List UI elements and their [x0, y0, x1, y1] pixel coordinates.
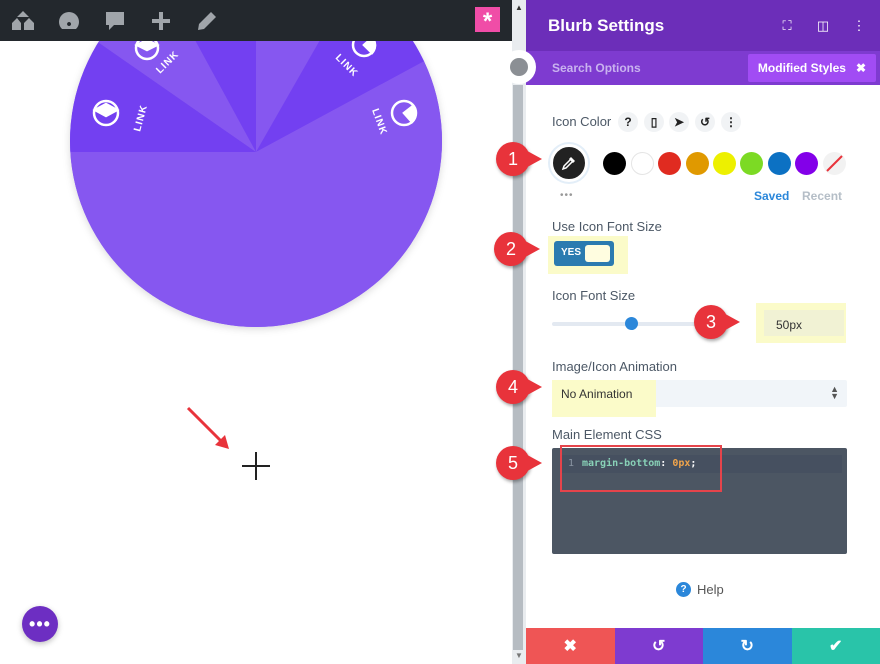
more-options-icon[interactable]: ⋮	[721, 112, 741, 132]
redo-button[interactable]: ↻	[703, 628, 792, 664]
more-icon[interactable]: ⋮	[844, 11, 874, 41]
panel-footer: ✖ ↺ ↻ ✔	[526, 628, 880, 664]
divi-asterisk-icon[interactable]: *	[475, 7, 500, 35]
help-icon[interactable]: ?	[618, 112, 638, 132]
annotation-arrow	[186, 406, 229, 449]
swatch-none[interactable]	[823, 152, 846, 175]
annotation-marker-5: 5	[496, 446, 542, 480]
icon-font-size-input[interactable]: 50px	[764, 310, 844, 336]
more-colors-icon[interactable]: •••	[560, 190, 574, 201]
wp-admin-bar: *	[0, 0, 512, 41]
help-circle-icon: ?	[676, 582, 691, 597]
swatch-white[interactable]	[631, 152, 654, 175]
reset-icon[interactable]: ↺	[695, 112, 715, 132]
saved-tab[interactable]: Saved	[754, 189, 789, 203]
add-new-icon[interactable]	[146, 6, 176, 36]
panel-title: Blurb Settings	[548, 15, 665, 35]
swatch-black[interactable]	[603, 152, 626, 175]
select-arrows-icon: ▲ ▼	[830, 384, 839, 401]
add-module-plus-icon[interactable]	[242, 452, 270, 480]
swatch-orange[interactable]	[686, 152, 709, 175]
panel-header: Blurb Settings ⛶ ◫ ⋮	[526, 0, 880, 51]
help-label: Help	[697, 582, 724, 597]
scroll-down-icon[interactable]: ▼	[515, 651, 523, 660]
swatch-green[interactable]	[740, 152, 763, 175]
undo-button[interactable]: ↺	[614, 628, 703, 664]
animation-label: Image/Icon Animation	[552, 359, 678, 374]
save-button[interactable]: ✔	[791, 628, 880, 664]
slider-handle[interactable]	[625, 317, 638, 330]
annotation-box	[560, 445, 722, 492]
main-element-css-label: Main Element CSS	[552, 427, 662, 442]
comments-icon[interactable]	[100, 6, 130, 36]
color-picker-button[interactable]	[550, 144, 588, 182]
select-value: No Animation	[561, 387, 633, 401]
swatch-yellow[interactable]	[713, 152, 736, 175]
sidebar-icon[interactable]: ◫	[808, 11, 838, 41]
swatch-blue[interactable]	[768, 152, 791, 175]
panel-search-bar: Search Options Modified Styles ✖	[526, 51, 880, 85]
page-settings-button[interactable]: •••	[22, 606, 58, 642]
builder-canvas: LINK LINK LINK LINK * •••	[0, 0, 512, 664]
edit-icon[interactable]	[192, 6, 222, 36]
search-options-input[interactable]: Search Options	[552, 61, 641, 75]
cancel-button[interactable]: ✖	[526, 628, 615, 664]
sitemap-icon[interactable]	[8, 6, 38, 36]
icon-font-size-label: Icon Font Size	[552, 288, 636, 303]
annotation-marker-3: 3	[694, 305, 740, 339]
annotation-marker-1: 1	[496, 142, 542, 176]
modified-styles-filter[interactable]: Modified Styles ✖	[747, 54, 876, 82]
swatch-purple[interactable]	[795, 152, 818, 175]
icon-color-label: Icon Color	[552, 114, 612, 129]
help-link[interactable]: ? Help	[676, 582, 724, 597]
close-icon[interactable]: ✖	[856, 61, 866, 75]
filter-label: Modified Styles	[757, 61, 846, 75]
use-icon-font-size-label: Use Icon Font Size	[552, 219, 662, 234]
mobile-icon[interactable]: ▯	[644, 112, 664, 132]
toggle-label: YES	[561, 247, 582, 258]
eyedropper-icon	[561, 157, 575, 171]
cursor-icon[interactable]: ➤	[669, 112, 689, 132]
use-icon-font-size-toggle[interactable]: YES	[554, 241, 614, 266]
animation-select[interactable]: No Animation ▲ ▼	[552, 380, 847, 417]
toggle-knob	[585, 245, 610, 262]
fullscreen-icon[interactable]: ⛶	[772, 11, 802, 41]
scroll-up-icon[interactable]: ▲	[515, 3, 523, 12]
canvas-scrollbar[interactable]: ▲ ▼	[512, 0, 526, 664]
dashboard-icon[interactable]	[54, 6, 84, 36]
annotation-marker-4: 4	[496, 370, 542, 404]
recent-tab[interactable]: Recent	[802, 189, 842, 203]
pie-module: LINK LINK LINK LINK	[70, 0, 442, 327]
globe-icon[interactable]	[502, 50, 536, 84]
annotation-marker-2: 2	[494, 232, 540, 266]
swatch-red[interactable]	[658, 152, 681, 175]
